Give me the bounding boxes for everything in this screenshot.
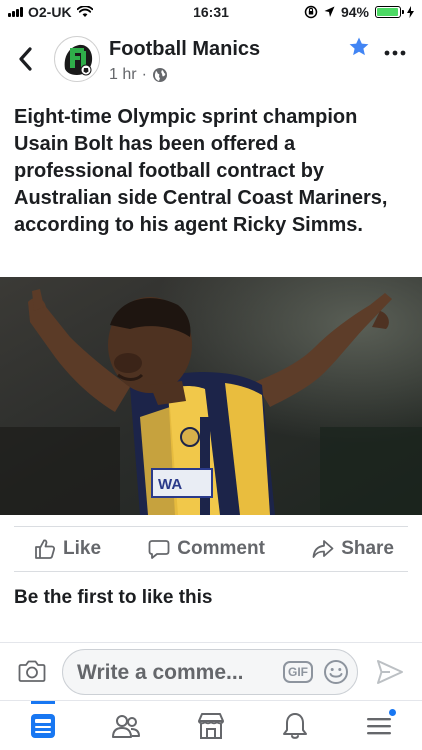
like-label: Like	[63, 538, 102, 559]
post-meta: 1 hr ·	[109, 66, 168, 84]
wifi-icon	[76, 6, 93, 17]
speech-bubble-icon	[148, 540, 170, 559]
post-actions: Like Comment Share	[14, 526, 408, 572]
camera-icon[interactable]	[18, 659, 46, 683]
comment-placeholder: Write a comme...	[77, 661, 244, 684]
signal-icon	[8, 7, 23, 17]
carrier-label: O2-UK	[28, 4, 72, 20]
chevron-left-icon[interactable]	[16, 46, 36, 72]
page-name[interactable]: Football Manics	[109, 38, 260, 61]
athlete-photo: WA	[0, 277, 422, 515]
comment-button[interactable]: Comment	[148, 538, 265, 560]
like-button[interactable]: Like	[34, 538, 101, 560]
football-manics-logo	[56, 38, 99, 81]
send-icon[interactable]	[376, 659, 404, 685]
rotation-lock-icon	[304, 5, 318, 19]
page-avatar[interactable]	[54, 36, 100, 82]
comment-input[interactable]: Write a comme... GIF	[62, 649, 358, 695]
friends-icon[interactable]	[111, 711, 141, 741]
shirt-sponsor-text: WA	[158, 476, 182, 493]
star-icon[interactable]	[348, 36, 370, 58]
post-text: Eight-time Olympic sprint champion Usain…	[14, 106, 388, 236]
marketplace-icon[interactable]	[196, 711, 226, 741]
gif-button[interactable]: GIF	[283, 661, 313, 683]
notifications-icon[interactable]	[280, 711, 310, 741]
comment-label: Comment	[177, 538, 265, 559]
share-button[interactable]: Share	[312, 538, 394, 560]
globe-icon	[152, 68, 167, 82]
more-dots-icon[interactable]	[383, 48, 407, 58]
likes-summary: Be the first to like this	[14, 587, 213, 608]
comment-composer: Write a comme... GIF	[0, 642, 422, 700]
post-photo[interactable]: WA	[0, 277, 422, 515]
share-label: Share	[341, 538, 394, 559]
smiley-icon[interactable]	[323, 659, 349, 685]
menu-button[interactable]	[364, 708, 397, 741]
battery-percent: 94%	[340, 4, 369, 20]
battery-level	[377, 8, 398, 16]
active-tab-indicator	[31, 701, 55, 704]
battery-icon	[375, 6, 404, 18]
share-arrow-icon	[312, 540, 334, 558]
status-right: 94%	[304, 4, 414, 20]
thumbs-up-icon	[35, 539, 56, 559]
charging-icon	[407, 6, 414, 18]
carrier-group: O2-UK	[8, 4, 93, 20]
post-time[interactable]: 1 hr	[109, 66, 137, 84]
meta-separator: ·	[141, 66, 147, 83]
bottom-tab-bar	[0, 700, 422, 750]
notification-dot	[388, 708, 397, 717]
news-feed-icon[interactable]	[28, 711, 58, 741]
post-header: Football Manics 1 hr ·	[0, 30, 422, 92]
status-bar: O2-UK 16:31 94%	[0, 0, 422, 24]
location-icon	[324, 6, 335, 17]
